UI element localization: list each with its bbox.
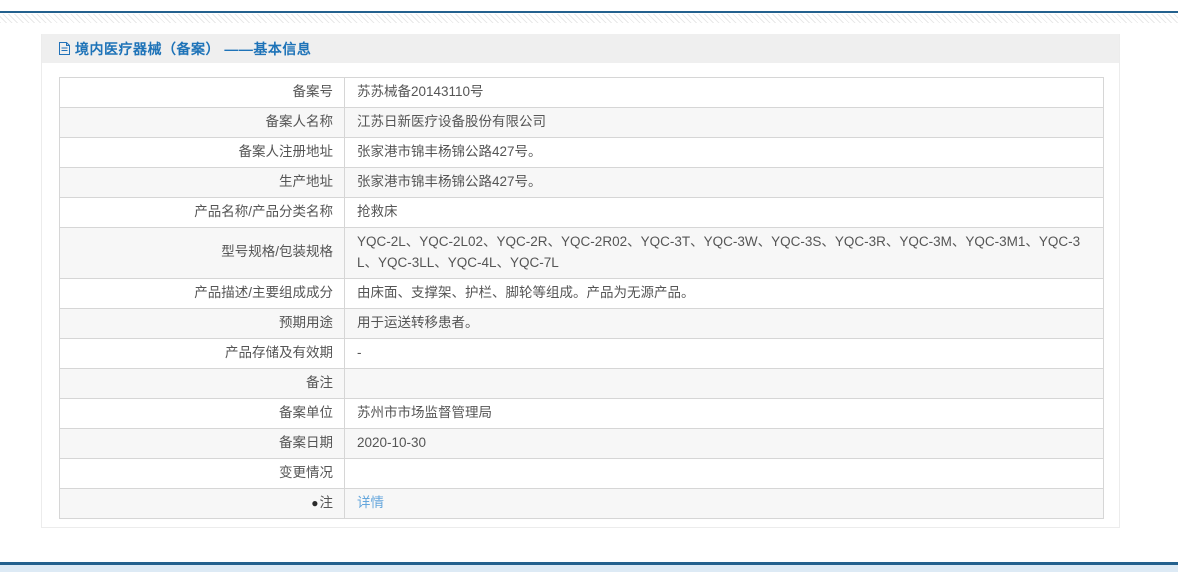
row-value: 苏苏械备20143110号 [344,77,1104,108]
table-row: 备案单位 苏州市市场监督管理局 [59,397,1104,429]
row-label: 产品描述/主要组成成分 [59,277,345,309]
row-value: 2020-10-30 [344,427,1104,459]
row-value: 张家港市锦丰杨锦公路427号。 [344,137,1104,168]
table-row: 备案日期 2020-10-30 [59,427,1104,459]
info-panel: 境内医疗器械（备案） ——基本信息 备案号 苏苏械备20143110号 备案人名称江… [41,34,1120,528]
row-label: 备案单位 [59,397,345,429]
document-icon [58,41,71,56]
row-label: 生产地址 [59,167,345,198]
note-icon: ● [311,495,319,510]
row-label: 预期用途 [59,307,345,339]
row-label: 产品存储及有效期 [59,337,345,369]
row-value: YQC-2L、YQC-2L02、YQC-2R、YQC-2R02、YQC-3T、Y… [344,227,1104,279]
details-link[interactable]: 详情 [357,495,384,510]
row-label: 备注 [59,367,345,399]
table-row: 生产地址 张家港市锦丰杨锦公路427号。 [59,167,1104,198]
table-row: 备注 [59,367,1104,399]
row-label: 产品名称/产品分类名称 [59,197,345,228]
row-label: 型号规格/包装规格 [59,227,345,279]
diagonal-stripe-band [0,14,1178,23]
table-row: 备案人注册地址 张家港市锦丰杨锦公路427号。 [59,137,1104,168]
panel-header: 境内医疗器械（备案） ——基本信息 [42,34,1119,63]
table-row: 产品描述/主要组成成分 由床面、支撑架、护栏、脚轮等组成。产品为无源产品。 [59,277,1104,309]
row-label: 备案号 [59,77,345,108]
table-row: 备案号 苏苏械备20143110号 [59,77,1104,108]
panel-title: 境内医疗器械（备案） ——基本信息 [75,40,312,57]
table-row: 产品名称/产品分类名称 抢救床 [59,197,1104,228]
footer-strip [0,565,1178,572]
row-value: 江苏日新医疗设备股份有限公司 [344,107,1104,138]
info-table: 备案号 苏苏械备20143110号 备案人名称 江苏日新医疗设备股份有限公司 备案人注册… [59,77,1104,519]
table-row: 产品存储及有效期 - [59,337,1104,369]
top-divider-line [0,11,1178,13]
row-label: 备案人注册地址 [59,137,345,168]
info-table-body: 备案号 苏苏械备20143110号 备案人名称 江苏日新医疗设备股份有限公司 备案人注册… [59,77,1104,519]
row-label: 备案日期 [59,427,345,459]
table-row: 预期用途 用于运送转移患者。 [59,307,1104,339]
row-label: 备案人名称 [59,107,345,138]
row-label: ●注 [59,487,345,519]
row-value [344,457,1104,489]
table-row: 型号规格/包装规格 YQC-2L、YQC-2L02、YQC-2R、YQC-2R02… [59,227,1104,279]
panel-body: 备案号 苏苏械备20143110号 备案人名称 江苏日新医疗设备股份有限公司 备案人注册… [42,63,1119,527]
table-row: ●注 详情 [59,487,1104,519]
row-value: 用于运送转移患者。 [344,307,1104,339]
row-value: 苏州市市场监督管理局 [344,397,1104,429]
row-value: 抢救床 [344,197,1104,228]
row-value [344,367,1104,399]
table-row: 备案人名称 江苏日新医疗设备股份有限公司 [59,107,1104,138]
row-value: 由床面、支撑架、护栏、脚轮等组成。产品为无源产品。 [344,277,1104,309]
table-row: 变更情况 [59,457,1104,489]
row-value: - [344,337,1104,369]
row-label: 变更情况 [59,457,345,489]
row-value: 详情 [344,487,1104,519]
row-value: 张家港市锦丰杨锦公路427号。 [344,167,1104,198]
